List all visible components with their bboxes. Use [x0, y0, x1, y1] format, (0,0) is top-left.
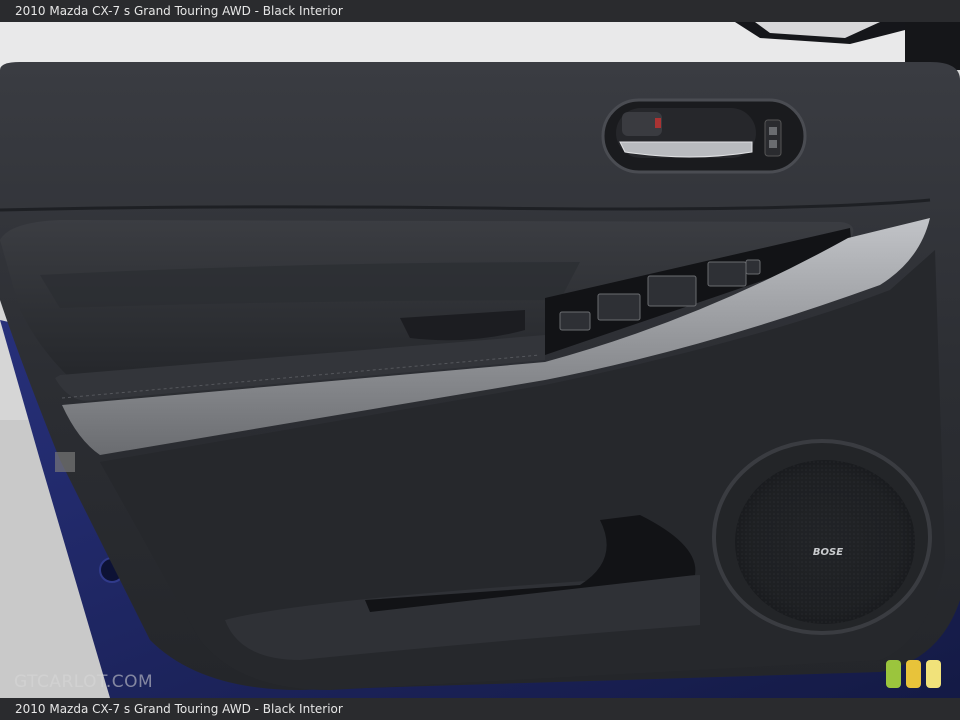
lock-switch[interactable] [764, 119, 782, 157]
badge-light [926, 660, 941, 688]
caption-bottom: 2010 Mazda CX-7 s Grand Touring AWD - Bl… [0, 698, 960, 720]
caption-top: 2010 Mazda CX-7 s Grand Touring AWD - Bl… [0, 0, 960, 22]
door-interior-photo: BOSE [0, 22, 960, 698]
badge-yellow [906, 660, 921, 688]
badge-green [886, 660, 901, 688]
watermark: GTCARLOT.COM [14, 672, 154, 692]
speaker-brand-label: BOSE [813, 547, 843, 558]
